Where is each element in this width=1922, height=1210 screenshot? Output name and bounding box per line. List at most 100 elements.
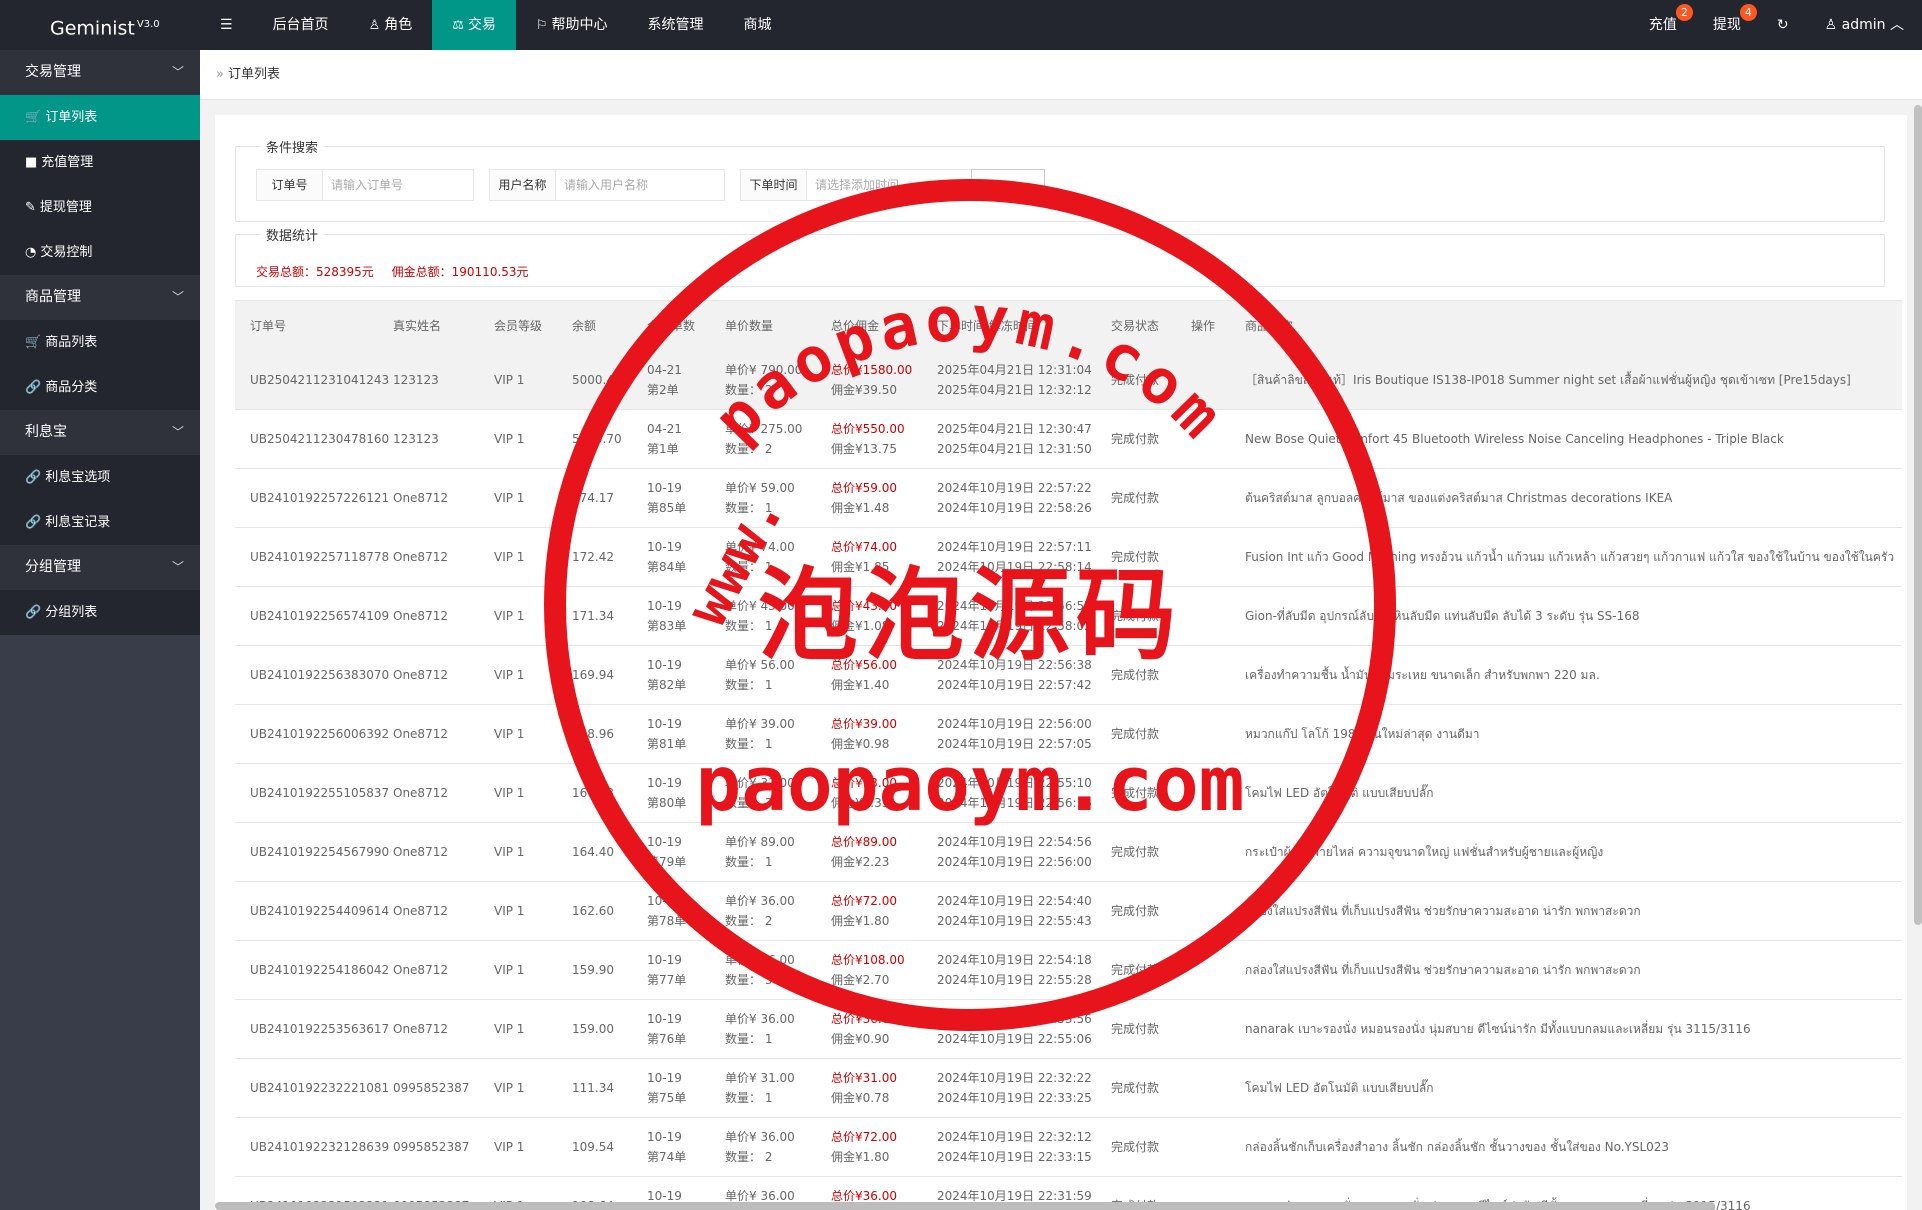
- product-name: โคมไฟ LED อัตโนมัติ แบบเสียบปลั๊ก: [1245, 1081, 1434, 1095]
- order-number: UB2410192232128639: [250, 1140, 390, 1154]
- cell-order: UB2410192254186042: [235, 941, 393, 999]
- cell-today: 10-19 第74单: [647, 1118, 725, 1176]
- cell-name: One8712: [393, 941, 494, 999]
- horizontal-scrollbar[interactable]: [215, 1202, 1715, 1210]
- chevron-down-icon: ﹀: [171, 425, 184, 439]
- app-name: Geminist: [50, 17, 135, 40]
- sidebar-item-group-list[interactable]: 🔗 分组列表: [0, 590, 200, 635]
- menu-toggle-button[interactable]: ☰: [200, 0, 253, 50]
- sidebar-item-orders[interactable]: 🛒 订单列表: [0, 95, 200, 140]
- cell-name: One8712: [393, 764, 494, 822]
- real-name: One8712: [393, 491, 448, 505]
- chevron-down-icon: ﹀: [171, 290, 184, 304]
- sidebar-item-label: 充值管理: [41, 155, 94, 170]
- nav-trade[interactable]: ⚖ 交易: [432, 0, 516, 50]
- flag-icon: ⚐: [535, 18, 548, 33]
- real-name: One8712: [393, 668, 448, 682]
- user-icon: ♙: [368, 18, 381, 33]
- nav-shop[interactable]: 商城: [724, 0, 792, 50]
- nav-home[interactable]: 后台首页: [253, 0, 349, 50]
- cell-unit: 单价¥ 36.00 数量： 2: [725, 1118, 831, 1176]
- cell-product: กล่องลิ้นชักเก็บเครื่องสำอาง ลิ้นชัก กล่…: [1245, 1118, 1902, 1176]
- order-date: 10-19: [647, 1130, 682, 1144]
- nav-roles[interactable]: ♙ 角色: [349, 0, 433, 50]
- cart-icon: 🛒: [25, 335, 42, 350]
- unit-price: 单价¥ 36.00: [725, 1130, 795, 1144]
- col-header-name: 真实姓名: [393, 319, 442, 333]
- stats-legend: 数据统计: [261, 225, 324, 244]
- top-right-actions: 充值 2 提现 4 ↻ ♙ admin ︿: [1631, 0, 1922, 50]
- cell-unit: 单价¥ 31.00 数量： 1: [725, 1059, 831, 1117]
- cell-balance: 111.34: [572, 1059, 647, 1117]
- real-name: One8712: [393, 786, 448, 800]
- cell-order: UB2410192254409614: [235, 882, 393, 940]
- sidebar-item-product-list[interactable]: 🛒 商品列表: [0, 320, 200, 365]
- real-name: 0995852387: [393, 1081, 470, 1095]
- table-row[interactable]: UB2410192232221081 0995852387 VIP 1 111.34 1…: [235, 1059, 1902, 1118]
- sidebar-item-product-category[interactable]: 🔗 商品分类: [0, 365, 200, 410]
- cell-name: One8712: [393, 823, 494, 881]
- sidebar-item-withdraw[interactable]: ✎ 提现管理: [0, 185, 200, 230]
- order-number: UB2410192232221081: [250, 1081, 390, 1095]
- sidebar-group-products[interactable]: 商品管理 ﹀: [0, 275, 200, 320]
- chevron-up-icon: ︿: [1885, 17, 1904, 33]
- sidebar-item-label: 商品分类: [45, 380, 98, 395]
- nav-trade-label: 交易: [467, 17, 496, 33]
- sidebar-group-interest[interactable]: 利息宝 ﹀: [0, 410, 200, 455]
- sidebar-group-label: 分组管理: [25, 559, 81, 575]
- sidebar-group-groups[interactable]: 分组管理 ﹀: [0, 545, 200, 590]
- order-number: UB2410192257118778: [250, 550, 390, 564]
- stamp-center-text: 泡泡源码: [758, 557, 1182, 674]
- app-logo[interactable]: Geminist V3.0: [0, 0, 200, 50]
- vip-level: VIP 1: [494, 1140, 525, 1154]
- col-header-order: 订单号: [250, 319, 287, 333]
- sidebar-item-recharge[interactable]: ■ 充值管理: [0, 140, 200, 185]
- stamp-top-text: paopaoym.com: [699, 281, 1240, 455]
- user-icon: ♙: [1824, 17, 1842, 33]
- unfreeze-time: 2024年10月19日 22:33:25: [937, 1091, 1092, 1105]
- nav-help[interactable]: ⚐ 帮助中心: [516, 0, 628, 50]
- order-number: UB2410192255105837: [250, 786, 390, 800]
- nav-system[interactable]: 系统管理: [628, 0, 724, 50]
- recharge-button[interactable]: 充值 2: [1631, 0, 1695, 50]
- order-number: UB2410192257226121: [250, 491, 390, 505]
- stamp-bottom-text: paopaoym.com: [695, 739, 1244, 828]
- breadcrumb-current[interactable]: 订单列表: [228, 67, 280, 82]
- sidebar-item-label: 利息宝选项: [45, 470, 111, 485]
- user-menu[interactable]: ♙ admin ︿: [1807, 0, 1922, 50]
- real-name: One8712: [393, 727, 448, 741]
- order-number: UB2410192253563617: [250, 1022, 390, 1036]
- product-name: กล่องลิ้นชักเก็บเครื่องสำอาง ลิ้นชัก กล่…: [1245, 1140, 1670, 1154]
- real-name: One8712: [393, 1022, 448, 1036]
- sidebar-group-trade[interactable]: 交易管理 ﹀: [0, 50, 200, 95]
- order-number: UB2504211231041243: [250, 373, 390, 387]
- cell-order: UB2410192256383070: [235, 646, 393, 704]
- cell-total: 总价¥31.00 佣金¥0.78: [831, 1059, 937, 1117]
- nav-home-label: 后台首页: [272, 17, 329, 33]
- order-number: UB2410192256006392: [250, 727, 390, 741]
- hammer-icon: ✎: [25, 200, 36, 215]
- refresh-icon: ↻: [1776, 17, 1789, 33]
- sidebar-item-interest-options[interactable]: 🔗 利息宝选项: [0, 455, 200, 500]
- link-icon: 🔗: [25, 470, 42, 485]
- gauge-icon: ◔: [25, 245, 37, 260]
- vertical-scrollbar[interactable]: [1914, 105, 1922, 925]
- withdraw-label: 提现: [1712, 17, 1741, 33]
- cell-op: [1191, 1059, 1245, 1117]
- top-nav: ☰ 后台首页 ♙ 角色 ⚖ 交易 ⚐ 帮助中心 系统管理 商城: [200, 0, 792, 50]
- sidebar-item-trade-control[interactable]: ◔ 交易控制: [0, 230, 200, 275]
- withdraw-button[interactable]: 提现 4: [1695, 0, 1759, 50]
- unfreeze-time: 2024年10月19日 22:33:15: [937, 1150, 1092, 1164]
- total-price: 总价¥72.00: [831, 1130, 897, 1144]
- cell-name: 123123: [393, 410, 494, 468]
- stats-line: 交易总额：528395元 佣金总额：190110.53元: [256, 263, 543, 280]
- real-name: One8712: [393, 550, 448, 564]
- sidebar-item-interest-records[interactable]: 🔗 利息宝记录: [0, 500, 200, 545]
- cell-status: 完成付款: [1111, 1059, 1191, 1117]
- cell-time: 2024年10月19日 22:32:12 2024年10月19日 22:33:15: [937, 1118, 1111, 1176]
- order-seq: 第75单: [647, 1091, 687, 1105]
- table-row[interactable]: UB2410192232128639 0995852387 VIP 1 109.54 1…: [235, 1118, 1902, 1177]
- order-search-input[interactable]: [323, 170, 473, 200]
- refresh-button[interactable]: ↻: [1759, 0, 1807, 50]
- cell-name: One8712: [393, 882, 494, 940]
